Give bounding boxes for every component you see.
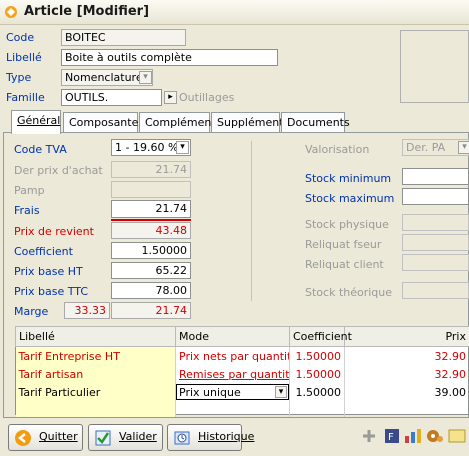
code-tva-value: 1 - 19.60 % — [115, 141, 179, 154]
cell-libelle[interactable]: Tarif Entreprise HT — [15, 346, 176, 365]
chevron-down-icon[interactable]: ▾ — [275, 386, 287, 398]
mode-select[interactable]: Prix unique ▾ — [176, 384, 289, 400]
libelle-label: Libellé — [6, 51, 42, 64]
coefficient-label: Coefficient — [14, 245, 73, 258]
coefficient-field[interactable]: 1.50000 — [111, 242, 191, 259]
marge-percent-field: 33.33 — [64, 302, 110, 319]
pamp-label: Pamp — [14, 184, 45, 197]
cell-mode[interactable]: Prix nets par quantité — [175, 346, 290, 365]
stock-max-field[interactable] — [402, 188, 469, 205]
pamp-field — [111, 181, 191, 198]
marge-label: Marge — [14, 305, 49, 318]
cell-mode[interactable]: Remises par quantité — [175, 365, 290, 383]
quitter-button[interactable]: Quitter — [8, 424, 83, 451]
frais-label: Frais — [14, 204, 40, 217]
window-title: Article [Modifier] — [24, 4, 150, 19]
frais-divider — [111, 219, 191, 221]
prix-base-ttc-label: Prix base TTC — [14, 285, 89, 298]
stock-theorique-field — [402, 282, 469, 299]
svg-text:F: F — [388, 432, 394, 443]
prix-revient-field: 43.48 — [111, 222, 191, 239]
libelle-field[interactable]: Boite à outils complète — [61, 49, 278, 66]
prix-revient-label: Prix de revient — [14, 225, 94, 238]
tab-composantes[interactable]: Composantes — [63, 112, 144, 132]
der-prix-achat-label: Der prix d'achat — [14, 164, 103, 177]
stock-max-label: Stock maximum — [305, 192, 395, 205]
app-icon — [4, 5, 18, 22]
notes-icon[interactable] — [448, 428, 466, 447]
column-header-prix[interactable]: Prix — [344, 326, 469, 347]
table-row[interactable]: Tarif artisan Remises par quantité 1.500… — [15, 365, 469, 383]
cell-prix[interactable]: 32.90 — [344, 346, 469, 365]
arrow-right-icon[interactable]: ▸ — [164, 91, 177, 104]
cell-libelle[interactable]: Tarif Particulier — [15, 383, 176, 401]
code-field[interactable]: BOITEC — [61, 29, 186, 46]
mode-select-value: Prix unique — [179, 386, 241, 399]
article-image[interactable] — [400, 30, 469, 103]
historique-label: Historique — [198, 430, 255, 443]
chevron-down-icon: ▾ — [458, 141, 469, 154]
famille-label: Famille — [6, 91, 45, 104]
add-icon[interactable] — [362, 428, 376, 447]
reliquat-fseur-field — [402, 234, 469, 251]
cell-mode[interactable]: Prix unique ▾ — [175, 383, 290, 401]
validate-icon — [94, 429, 112, 450]
column-header-coefficient[interactable]: Coefficient — [289, 326, 352, 347]
quitter-label: Quitter — [39, 430, 78, 443]
cell-libelle[interactable]: Tarif artisan — [15, 365, 176, 383]
table-row[interactable]: Tarif Particulier Prix unique ▾ 1.50000 … — [15, 383, 469, 401]
der-prix-achat-field: 21.74 — [111, 161, 191, 178]
reliquat-client-field — [402, 254, 469, 271]
cell-prix[interactable]: 32.90 — [344, 365, 469, 383]
cell-coefficient[interactable]: 1.50000 — [289, 383, 345, 401]
type-label: Type — [6, 71, 32, 84]
column-header-mode[interactable]: Mode — [175, 326, 290, 347]
cell-coefficient[interactable]: 1.50000 — [289, 365, 345, 383]
marge-value-field: 21.74 — [111, 302, 191, 319]
valider-button[interactable]: Valider — [88, 424, 163, 451]
cell-coefficient[interactable]: 1.50000 — [289, 346, 345, 365]
table-row[interactable]: Tarif Entreprise HT Prix nets par quanti… — [15, 346, 469, 365]
stock-physique-label: Stock physique — [305, 218, 389, 231]
history-icon — [173, 429, 191, 450]
code-tva-label: Code TVA — [14, 143, 67, 156]
prix-base-ht-field[interactable]: 65.22 — [111, 262, 191, 279]
chevron-down-icon[interactable]: ▾ — [176, 141, 189, 154]
prix-base-ht-label: Prix base HT — [14, 265, 83, 278]
exit-icon — [14, 429, 32, 450]
type-value: Nomenclature — [65, 71, 143, 84]
tab-supplement[interactable]: Supplément — [211, 112, 284, 132]
tab-general[interactable]: Général — [11, 110, 61, 134]
frais-field[interactable]: 21.74 — [111, 200, 191, 218]
historique-button[interactable]: Historique — [167, 424, 254, 451]
cell-prix[interactable]: 39.00 — [344, 383, 469, 401]
valider-label: Valider — [119, 430, 157, 443]
code-label: Code — [6, 31, 35, 44]
stock-min-label: Stock minimum — [305, 172, 392, 185]
stock-physique-field — [402, 214, 469, 231]
document-icon[interactable]: F — [384, 428, 400, 447]
famille-description: Outillages — [179, 91, 235, 104]
settings-icon[interactable] — [426, 428, 444, 447]
column-header-libelle[interactable]: Libellé — [15, 326, 176, 347]
column-divider — [251, 141, 252, 301]
stock-theorique-label: Stock théorique — [305, 286, 393, 299]
tab-complements[interactable]: Compléments — [139, 112, 221, 132]
stock-min-field[interactable] — [402, 168, 469, 185]
table-row-empty[interactable] — [15, 401, 469, 417]
reliquat-fseur-label: Reliquat fseur — [305, 238, 382, 251]
chevron-down-icon[interactable]: ▾ — [139, 71, 152, 84]
chart-icon[interactable] — [404, 428, 422, 447]
title-bar: Article [Modifier] — [0, 0, 469, 25]
tarif-grid: Libellé Mode Coefficient Prix Tarif Entr… — [15, 326, 469, 417]
reliquat-client-label: Reliquat client — [305, 258, 384, 271]
prix-base-ttc-field[interactable]: 78.00 — [111, 282, 191, 299]
famille-field[interactable]: OUTILS. — [61, 89, 162, 106]
valorisation-label: Valorisation — [305, 143, 370, 156]
tab-documents[interactable]: Documents — [281, 112, 350, 132]
